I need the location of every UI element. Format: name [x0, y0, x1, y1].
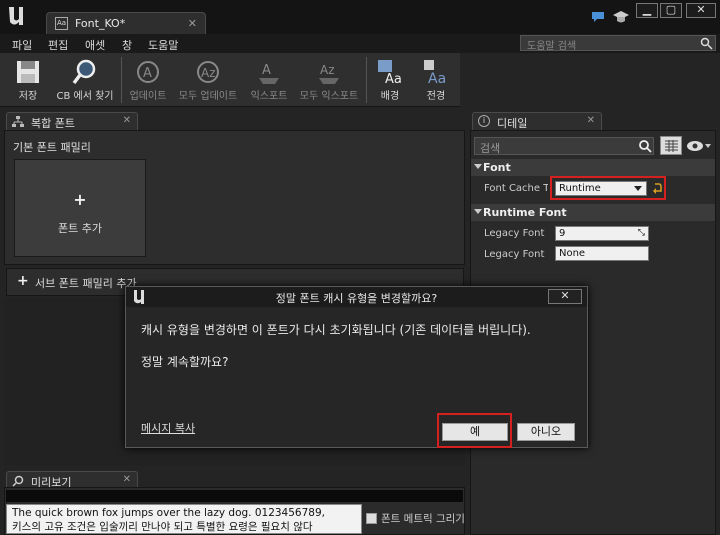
sub-family-label: 서브 폰트 패밀리 추가: [35, 277, 137, 290]
preview-render-strip: [6, 490, 463, 502]
legacy-font-size-input[interactable]: 9 ⤡: [555, 226, 649, 241]
update-button[interactable]: A 업데이트: [125, 55, 171, 105]
minimize-button[interactable]: ▁: [636, 3, 658, 18]
legacy-font-name-value: None: [559, 248, 586, 259]
preview-text-line-1: The quick brown fox jumps over the lazy …: [12, 507, 325, 519]
window-close-button[interactable]: ✕: [686, 3, 716, 18]
chat-icon[interactable]: [590, 10, 606, 24]
save-label: 저장: [18, 91, 38, 102]
find-in-cb-label: CB 에서 찾기: [56, 91, 114, 102]
font-cache-type-value: Runtime: [559, 183, 601, 194]
draw-metrics-label: 폰트 메트릭 그리기: [381, 513, 465, 525]
dialog-message: 캐시 유형을 변경하면 이 폰트가 다시 초기화됩니다 (기존 데이터를 버립니…: [141, 323, 531, 337]
tab-details[interactable]: i 디테일 ✕: [472, 112, 602, 130]
category-font[interactable]: Font: [471, 159, 715, 176]
export-all-label: 모두 익스포트: [299, 91, 359, 102]
legacy-font-name-input[interactable]: None: [555, 246, 649, 261]
update-label: 업데이트: [129, 91, 167, 102]
maximize-button[interactable]: ▢: [660, 3, 682, 18]
menu-edit[interactable]: 편집: [48, 37, 68, 53]
dialog-title: 정말 폰트 캐시 유형을 변경할까요?: [275, 292, 438, 305]
dialog-question: 정말 계속할까요?: [141, 355, 229, 369]
grid-view-icon: [665, 140, 678, 152]
svg-text:A: A: [262, 63, 271, 78]
foreground-label: 전경: [426, 91, 446, 102]
legacy-font-size-label: Legacy Font Si: [484, 228, 548, 239]
chevron-down-icon: [634, 186, 642, 191]
tab-composite-font-label: 복합 폰트: [31, 117, 75, 130]
update-all-icon: Az: [197, 61, 219, 83]
toolbar-separator: [121, 57, 122, 103]
export-all-button[interactable]: Az 모두 익스포트: [296, 55, 362, 105]
unreal-logo-icon: [9, 7, 23, 25]
close-icon[interactable]: ✕: [188, 17, 197, 30]
svg-text:Aa: Aa: [385, 72, 402, 86]
add-font-label: 폰트 추가: [58, 222, 102, 235]
preview-text-input[interactable]: The quick brown fox jumps over the lazy …: [6, 504, 362, 534]
magnifier-icon: [72, 59, 96, 85]
category-runtime-font[interactable]: Runtime Font: [471, 204, 715, 221]
tab-composite-font[interactable]: 복합 폰트 ✕: [6, 112, 138, 130]
plus-icon: +: [17, 273, 29, 289]
update-all-label: 모두 업데이트: [178, 91, 238, 102]
font-cache-type-label: Font Cache Typ: [484, 183, 548, 194]
menu-asset[interactable]: 애셋: [85, 37, 105, 53]
legacy-font-size-value: 9: [559, 228, 566, 239]
draw-metrics-checkbox[interactable]: [366, 513, 377, 524]
preview-text-line-2: 키스의 고유 조건은 입술끼리 만나야 되고 특별한 요령은 필요치 않다: [12, 521, 313, 533]
no-button[interactable]: 아니오: [517, 423, 575, 441]
info-icon: i: [478, 115, 490, 127]
close-icon[interactable]: ✕: [123, 474, 131, 485]
svg-text:Aa: Aa: [428, 71, 446, 86]
dialog-close-button[interactable]: ✕: [548, 289, 582, 304]
svg-text:Az: Az: [320, 63, 335, 77]
graduation-cap-icon[interactable]: [612, 9, 630, 25]
export-icon: A: [259, 63, 279, 84]
svg-text:A: A: [143, 66, 152, 81]
foreground-button[interactable]: Aa 전경: [414, 55, 458, 105]
menu-file[interactable]: 파일: [12, 37, 32, 53]
eye-icon[interactable]: [686, 140, 712, 152]
copy-message-link[interactable]: 메시지 복사: [141, 420, 195, 436]
toolbar-separator: [366, 57, 367, 103]
search-icon[interactable]: [700, 37, 713, 50]
help-search-input[interactable]: 도움말 검색: [520, 35, 716, 52]
default-family-label: 기본 폰트 패밀리: [13, 141, 91, 154]
close-icon[interactable]: ✕: [587, 115, 595, 126]
background-button[interactable]: Aa 배경: [370, 55, 410, 105]
save-icon: [17, 61, 39, 83]
font-asset-icon: Aa: [55, 17, 68, 30]
add-font-button[interactable]: + 폰트 추가: [14, 159, 146, 257]
update-all-button[interactable]: Az 모두 업데이트: [174, 55, 242, 105]
menu-window[interactable]: 창: [122, 37, 132, 53]
background-icon: Aa: [378, 60, 402, 86]
legacy-font-name-label: Legacy Font N: [484, 249, 548, 260]
export-button[interactable]: A 익스포트: [244, 55, 294, 105]
export-all-icon: Az: [319, 63, 339, 84]
update-icon: A: [137, 61, 159, 83]
drag-handle-icon[interactable]: ⤡: [638, 227, 645, 240]
yes-button[interactable]: 예: [442, 423, 508, 441]
view-options-button[interactable]: [660, 136, 682, 155]
document-tab-title: Font_KO*: [75, 17, 126, 30]
magnifier-icon: [12, 475, 24, 487]
save-button[interactable]: 저장: [6, 55, 50, 105]
tree-icon: [12, 116, 24, 127]
svg-text:Az: Az: [201, 66, 216, 80]
close-icon[interactable]: ✕: [123, 115, 131, 126]
foreground-icon: Aa: [424, 60, 446, 86]
details-search-input[interactable]: 검색: [474, 137, 654, 155]
font-cache-type-dropdown[interactable]: Runtime: [555, 181, 647, 196]
find-in-cb-button[interactable]: CB 에서 찾기: [52, 55, 118, 105]
reset-arrow-icon[interactable]: [652, 182, 662, 194]
plus-icon: +: [73, 190, 87, 209]
background-label: 배경: [380, 91, 400, 102]
menu-help[interactable]: 도움말: [148, 37, 178, 53]
tab-details-label: 디테일: [497, 117, 528, 130]
export-label: 익스포트: [250, 91, 288, 102]
document-tab[interactable]: Aa Font_KO* ✕: [46, 12, 206, 34]
search-icon[interactable]: [638, 139, 652, 153]
